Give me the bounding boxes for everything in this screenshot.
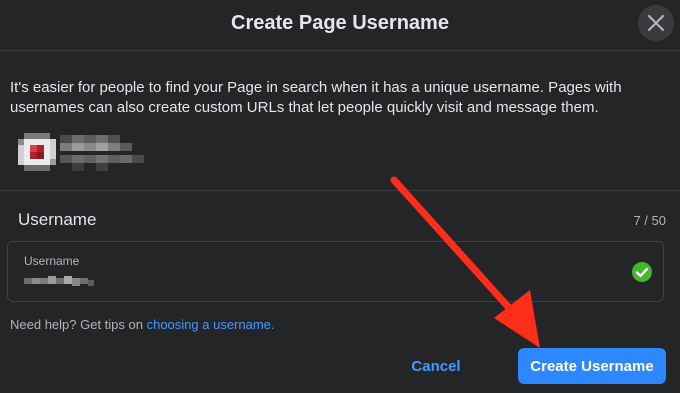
character-counter: 7 / 50 [633, 213, 666, 228]
username-heading: Username [18, 210, 97, 229]
username-field[interactable]: Username [7, 241, 664, 302]
section-divider [0, 190, 680, 191]
close-icon [647, 14, 665, 32]
check-circle-icon [632, 262, 652, 282]
username-value-pixelated [24, 276, 94, 286]
help-text-label: Need help? Get tips on [10, 317, 147, 332]
dialog-title: Create Page Username [231, 12, 449, 34]
create-username-button[interactable]: Create Username [518, 348, 666, 384]
help-text: Need help? Get tips on choosing a userna… [10, 317, 275, 332]
close-button[interactable] [638, 5, 674, 41]
cancel-button[interactable]: Cancel [398, 348, 474, 384]
choosing-username-link[interactable]: choosing a username. [147, 317, 275, 332]
page-name-pixelated [60, 135, 144, 171]
dialog-description: It's easier for people to find your Page… [10, 79, 622, 116]
dialog-header: Create Page Username [0, 0, 680, 51]
page-avatar [18, 133, 56, 171]
username-field-label: Username [24, 254, 80, 268]
annotation-arrow [390, 176, 540, 348]
